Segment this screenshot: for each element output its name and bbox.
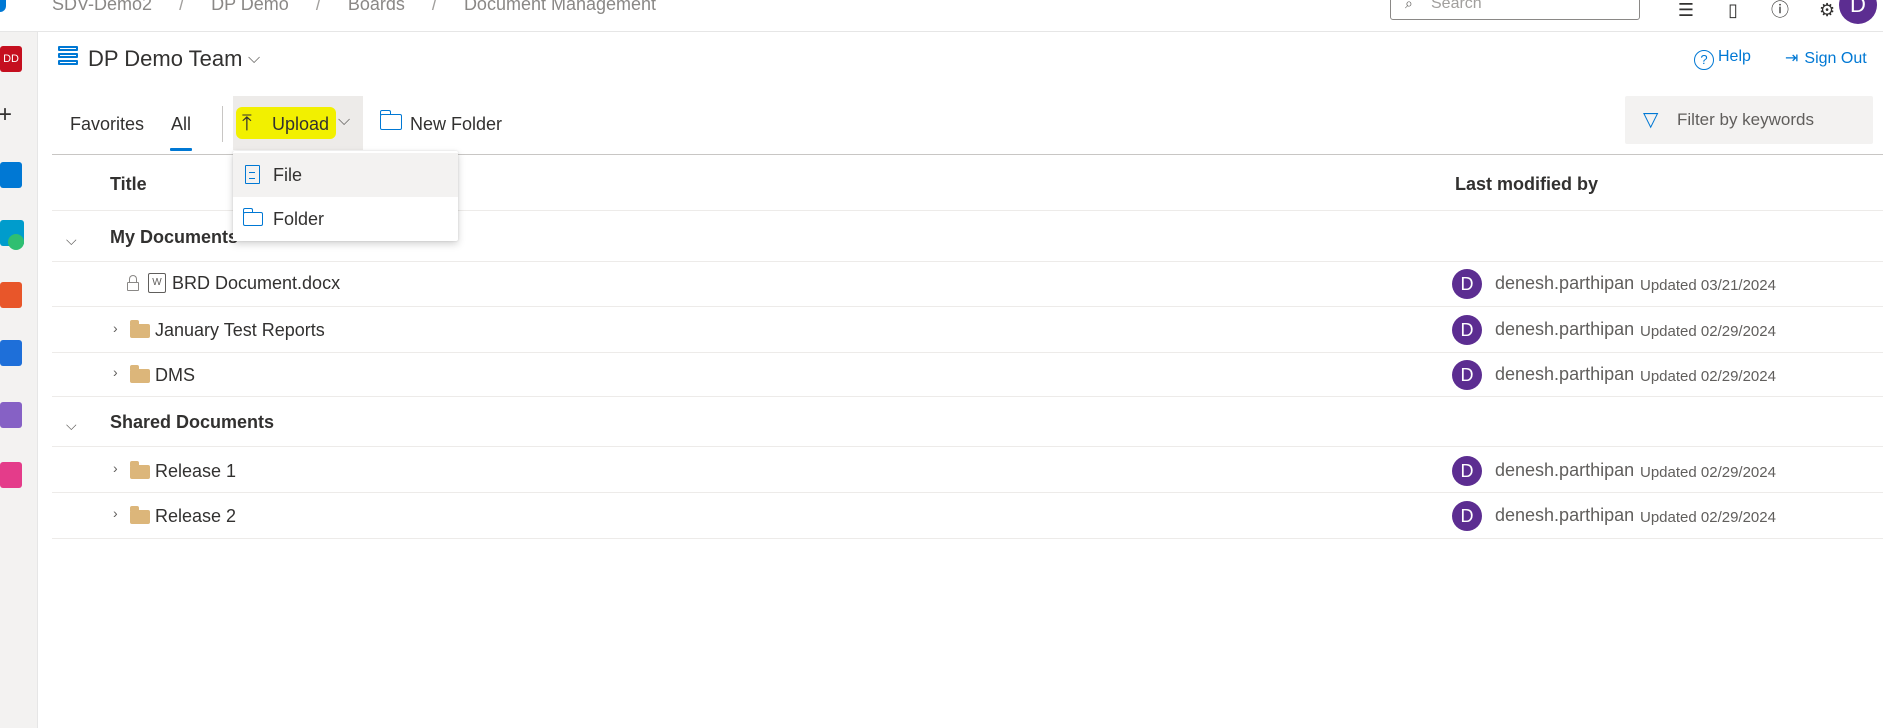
upload-icon: ⤒ xyxy=(242,110,252,135)
avatar: D xyxy=(1452,269,1482,299)
breadcrumb-separator: / xyxy=(179,0,185,14)
group-header-shared-documents[interactable]: Shared Documents xyxy=(110,412,274,433)
tab-all[interactable]: All xyxy=(171,114,191,135)
filter-placeholder: Filter by keywords xyxy=(1677,110,1814,129)
test-plans-icon[interactable] xyxy=(0,402,22,428)
updated-date: Updated 02/29/2024 xyxy=(1640,368,1776,385)
menu-item-label: Folder xyxy=(273,209,325,229)
menu-item-folder[interactable]: Folder xyxy=(233,197,458,241)
chevron-right-icon[interactable]: › xyxy=(113,364,118,380)
breadcrumb: SDV-Demo2 / DP Demo / Boards / Document … xyxy=(52,0,656,15)
team-name[interactable]: DP Demo Team xyxy=(88,46,242,72)
top-icons: ☰ ▯ ⓘ ⚙ xyxy=(1665,0,1848,22)
clipboard-icon[interactable]: ▯ xyxy=(1712,0,1754,21)
folder-name[interactable]: Release 1 xyxy=(155,461,236,482)
filter-input[interactable]: ▽ Filter by keywords xyxy=(1625,96,1873,144)
lock-icon xyxy=(127,275,139,291)
chevron-down-icon[interactable]: ⌵ xyxy=(66,417,77,434)
active-tab-indicator xyxy=(170,148,192,151)
row-divider xyxy=(52,446,1883,447)
chevron-down-icon[interactable]: ⌵ xyxy=(338,112,350,130)
word-file-icon: W xyxy=(148,273,166,293)
artifacts-icon[interactable] xyxy=(0,462,22,488)
column-header-last-modified[interactable]: Last modified by xyxy=(1455,174,1598,195)
chevron-down-icon[interactable]: ⌵ xyxy=(66,232,77,249)
modified-by-user: denesh.parthipan xyxy=(1495,319,1635,339)
breadcrumb-separator: / xyxy=(315,0,321,14)
modified-by-user: denesh.parthipan xyxy=(1495,505,1635,525)
new-folder-button[interactable]: New Folder xyxy=(410,114,502,135)
breadcrumb-item-org[interactable]: SDV-Demo2 xyxy=(52,0,152,15)
folder-icon xyxy=(130,320,150,338)
row-divider xyxy=(52,352,1883,353)
toolbar-divider xyxy=(222,106,223,142)
help-link[interactable]: ? Help xyxy=(1694,48,1751,70)
azure-devops-logo[interactable] xyxy=(0,0,6,12)
tab-favorites[interactable]: Favorites xyxy=(70,114,144,135)
folder-icon xyxy=(242,208,263,226)
modified-by-user: denesh.parthipan xyxy=(1495,364,1635,384)
search-icon: ⌕ xyxy=(1405,0,1413,11)
project-badge[interactable]: DD xyxy=(0,46,22,72)
team-icon xyxy=(58,46,78,68)
help-icon: ? xyxy=(1694,50,1714,70)
sign-out-icon: ⇥ xyxy=(1785,50,1799,67)
chevron-right-icon[interactable]: › xyxy=(113,460,118,476)
folder-name[interactable]: January Test Reports xyxy=(155,320,325,341)
check-badge-icon xyxy=(8,234,24,250)
new-folder-icon[interactable] xyxy=(379,110,402,130)
folder-name[interactable]: DMS xyxy=(155,365,195,386)
modified-by-user: denesh.parthipan xyxy=(1495,460,1635,480)
updated-date: Updated 02/29/2024 xyxy=(1640,323,1776,340)
avatar: D xyxy=(1452,315,1482,345)
avatar: D xyxy=(1452,360,1482,390)
file-name[interactable]: BRD Document.docx xyxy=(172,273,340,294)
filter-icon: ▽ xyxy=(1643,109,1659,131)
help-label: Help xyxy=(1718,48,1751,65)
avatar: D xyxy=(1452,501,1482,531)
folder-name[interactable]: Release 2 xyxy=(155,506,236,527)
column-header-title[interactable]: Title xyxy=(110,174,147,195)
breadcrumb-item-project[interactable]: DP Demo xyxy=(211,0,289,15)
breadcrumb-item-document-management[interactable]: Document Management xyxy=(464,0,656,15)
upload-label[interactable]: Upload xyxy=(272,114,329,135)
search-placeholder: Search xyxy=(1431,0,1482,12)
overview-icon[interactable] xyxy=(0,162,22,188)
folder-icon xyxy=(130,365,150,383)
chevron-right-icon[interactable]: › xyxy=(113,505,118,521)
file-icon xyxy=(245,165,260,184)
menu-item-file[interactable]: File xyxy=(233,153,458,197)
breadcrumb-item-boards[interactable]: Boards xyxy=(348,0,405,15)
sign-out-link[interactable]: ⇥ Sign Out xyxy=(1785,48,1867,68)
row-divider xyxy=(52,261,1883,262)
repos-icon[interactable] xyxy=(0,282,22,308)
avatar: D xyxy=(1452,456,1482,486)
search-input[interactable]: ⌕ Search xyxy=(1390,0,1640,20)
row-divider xyxy=(52,306,1883,307)
updated-date: Updated 02/29/2024 xyxy=(1640,464,1776,481)
folder-icon xyxy=(130,461,150,479)
chevron-right-icon[interactable]: › xyxy=(113,320,118,336)
row-divider xyxy=(52,492,1883,493)
pipelines-icon[interactable] xyxy=(0,340,22,366)
upload-dropdown-menu: File Folder xyxy=(233,151,458,241)
folder-icon xyxy=(130,506,150,524)
row-divider xyxy=(52,538,1883,539)
group-header-my-documents[interactable]: My Documents xyxy=(110,227,238,248)
left-nav-rail: DD + xyxy=(0,32,38,728)
top-bar: SDV-Demo2 / DP Demo / Boards / Document … xyxy=(0,0,1883,32)
modified-by-user: denesh.parthipan xyxy=(1495,273,1635,293)
sign-out-label: Sign Out xyxy=(1804,50,1867,67)
chevron-down-icon[interactable]: ⌵ xyxy=(248,50,260,68)
breadcrumb-separator: / xyxy=(431,0,437,14)
add-icon[interactable]: + xyxy=(0,102,20,128)
updated-date: Updated 03/21/2024 xyxy=(1640,277,1776,294)
updated-date: Updated 02/29/2024 xyxy=(1640,509,1776,526)
help-circle-icon[interactable]: ⓘ xyxy=(1759,0,1801,22)
row-divider xyxy=(52,396,1883,397)
task-list-icon[interactable]: ☰ xyxy=(1665,0,1707,21)
menu-item-label: File xyxy=(273,165,303,185)
